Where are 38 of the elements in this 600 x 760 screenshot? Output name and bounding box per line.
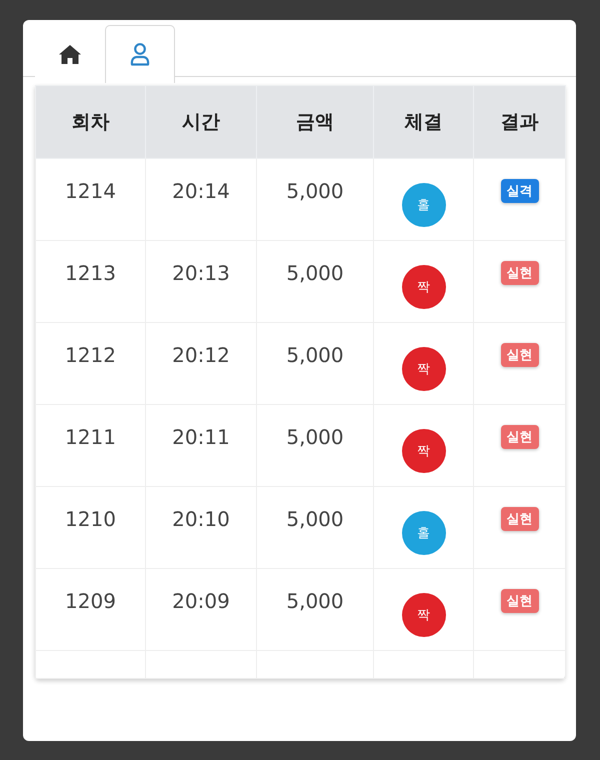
result-ball: 홀	[402, 182, 446, 226]
table-cell: 5,000	[256, 486, 374, 568]
table-cell: 1212	[36, 322, 146, 404]
table-cell: 5,000	[256, 240, 374, 322]
home-icon	[59, 44, 81, 64]
result-ball: 홀	[402, 510, 446, 554]
table-cell: 1211	[36, 404, 146, 486]
table-cell: 1213	[36, 240, 146, 322]
table-cell: 20:12	[146, 322, 256, 404]
table-cell: 5,000	[256, 568, 374, 650]
status-badge: 실현	[500, 507, 538, 531]
table-cell: 5,000	[256, 158, 374, 240]
status-badge: 실현	[500, 343, 538, 367]
column-header: 금액	[256, 86, 374, 158]
result-ball: 짝	[402, 428, 446, 472]
table-cell: 20:10	[146, 486, 256, 568]
column-header: 결과	[474, 86, 566, 158]
table-cell: 1209	[36, 568, 146, 650]
column-header: 시간	[146, 86, 256, 158]
column-header: 체결	[374, 86, 474, 158]
result-ball: 짝	[402, 346, 446, 390]
user-icon	[130, 43, 150, 66]
table-cell: 20:11	[146, 404, 256, 486]
status-badge: 실현	[500, 261, 538, 285]
status-badge: 실현	[500, 589, 538, 613]
table-cell: 20:13	[146, 240, 256, 322]
user-tab[interactable]	[105, 25, 175, 83]
column-header: 회차	[36, 86, 146, 158]
table-cell: 20:14	[146, 158, 256, 240]
result-ball: 짝	[402, 592, 446, 636]
table-cell: 5,000	[256, 404, 374, 486]
table-cell: 20:09	[146, 568, 256, 650]
table-cell: 1210	[36, 486, 146, 568]
status-badge: 실격	[500, 179, 538, 203]
table-cell: 5,000	[256, 322, 374, 404]
status-badge: 실현	[500, 425, 538, 449]
table-cell: 1214	[36, 158, 146, 240]
result-ball: 짝	[402, 264, 446, 308]
